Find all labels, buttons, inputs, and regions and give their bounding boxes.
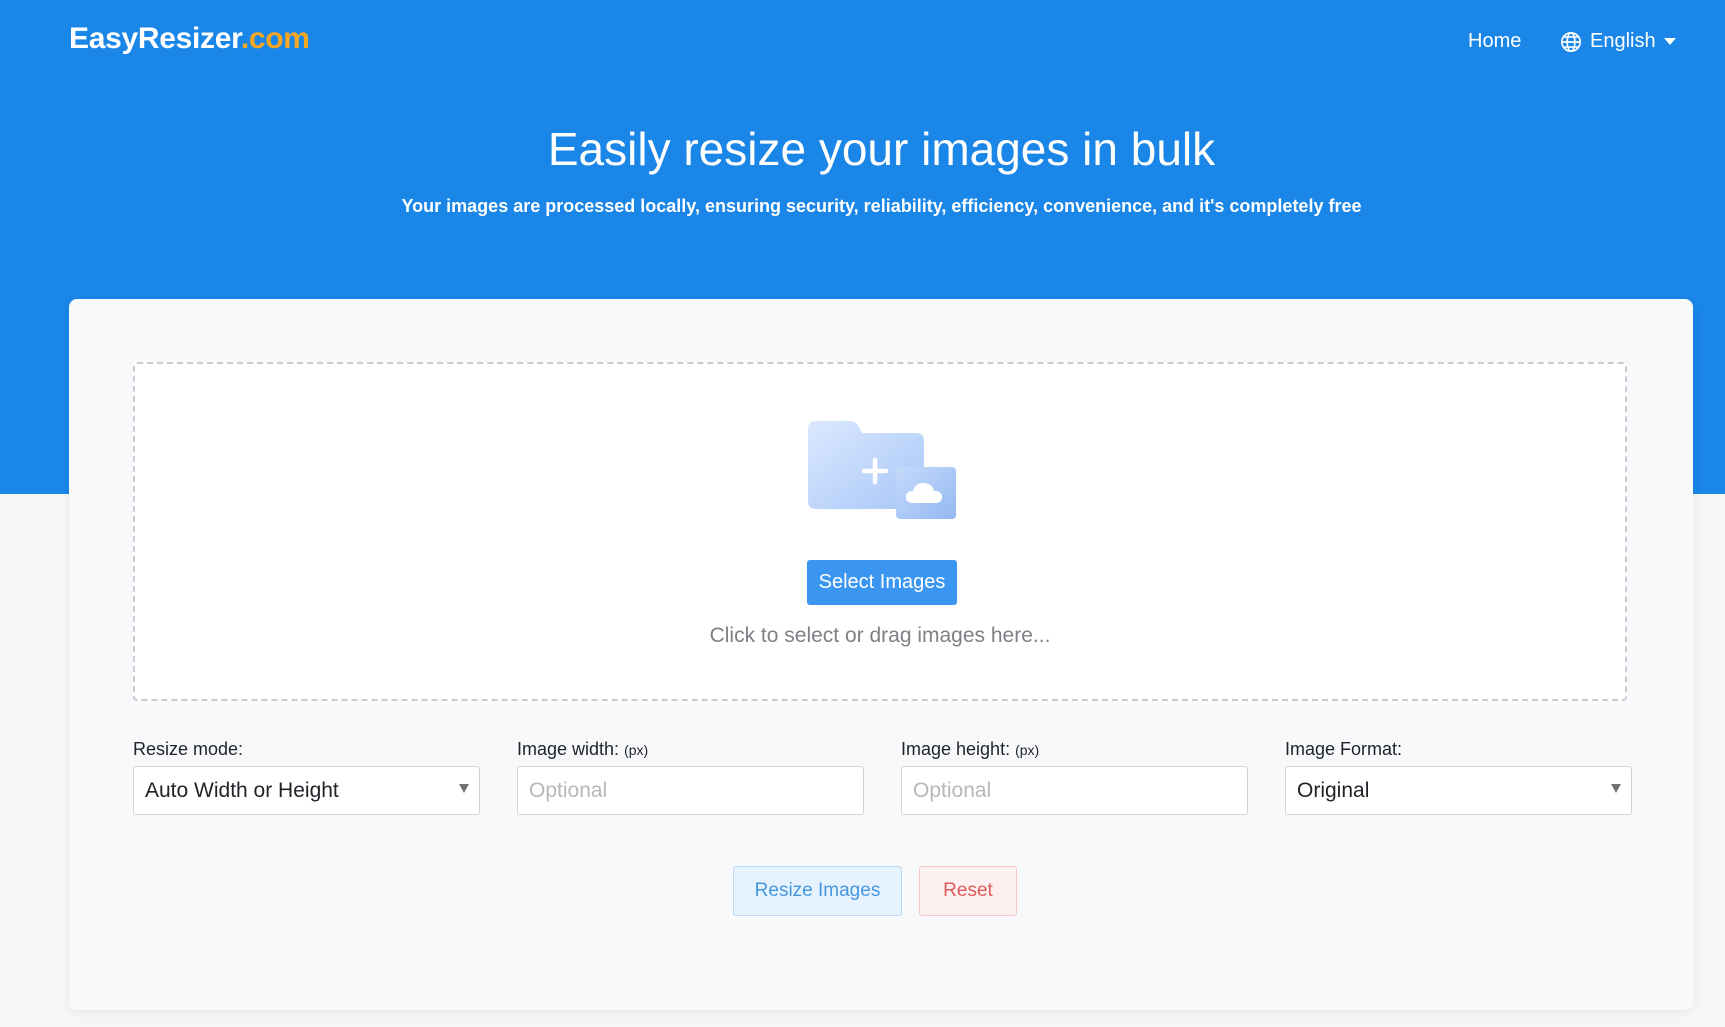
resize-mode-select[interactable]: Auto Width or Height bbox=[133, 766, 480, 815]
image-height-input[interactable] bbox=[901, 766, 1248, 815]
folder-add-cloud-icon bbox=[806, 421, 958, 521]
logo-tld-text: .com bbox=[240, 22, 310, 55]
image-width-label-text: Image width: bbox=[517, 739, 620, 759]
reset-button[interactable]: Reset bbox=[919, 866, 1017, 916]
image-format-field: Image Format: Original bbox=[1285, 739, 1632, 815]
image-dropzone[interactable]: Select Images Click to select or drag im… bbox=[133, 362, 1627, 701]
site-logo[interactable]: EasyResizer.com bbox=[69, 22, 310, 56]
language-label: English bbox=[1590, 30, 1656, 52]
language-selector[interactable]: English bbox=[1560, 30, 1676, 53]
image-width-input[interactable] bbox=[517, 766, 864, 815]
resize-mode-field: Resize mode: Auto Width or Height bbox=[133, 739, 480, 815]
image-width-unit: (px) bbox=[624, 742, 649, 758]
dropzone-hint: Click to select or drag images here... bbox=[709, 624, 1051, 647]
top-navbar: EasyResizer.com Home English bbox=[0, 0, 1725, 84]
resize-images-button[interactable]: Resize Images bbox=[733, 866, 902, 916]
image-width-label: Image width: (px) bbox=[517, 739, 864, 760]
image-format-value: Original bbox=[1297, 778, 1370, 802]
image-width-field: Image width: (px) bbox=[517, 739, 864, 815]
resize-mode-label-text: Resize mode: bbox=[133, 739, 244, 759]
logo-main-text: EasyResizer bbox=[69, 22, 241, 55]
nav-home-link[interactable]: Home bbox=[1468, 30, 1521, 53]
chevron-down-icon bbox=[1663, 37, 1676, 45]
image-height-label: Image height: (px) bbox=[901, 739, 1248, 760]
resize-mode-label: Resize mode: bbox=[133, 739, 480, 760]
image-format-label-text: Image Format: bbox=[1285, 739, 1403, 759]
chevron-down-icon bbox=[1611, 784, 1621, 793]
action-buttons: Resize Images Reset bbox=[733, 866, 1017, 916]
image-height-unit: (px) bbox=[1015, 742, 1040, 758]
page-title: Easily resize your images in bulk bbox=[547, 123, 1216, 175]
select-images-button[interactable]: Select Images bbox=[807, 560, 957, 605]
resize-mode-value: Auto Width or Height bbox=[145, 778, 339, 802]
resizer-card: Select Images Click to select or drag im… bbox=[69, 299, 1693, 1010]
globe-icon bbox=[1561, 31, 1581, 52]
image-height-label-text: Image height: bbox=[901, 739, 1011, 759]
image-format-select[interactable]: Original bbox=[1285, 766, 1632, 815]
chevron-down-icon bbox=[459, 784, 469, 793]
image-height-field: Image height: (px) bbox=[901, 739, 1248, 815]
image-format-label: Image Format: bbox=[1285, 739, 1632, 760]
page-subtitle: Your images are processed locally, ensur… bbox=[401, 196, 1362, 216]
